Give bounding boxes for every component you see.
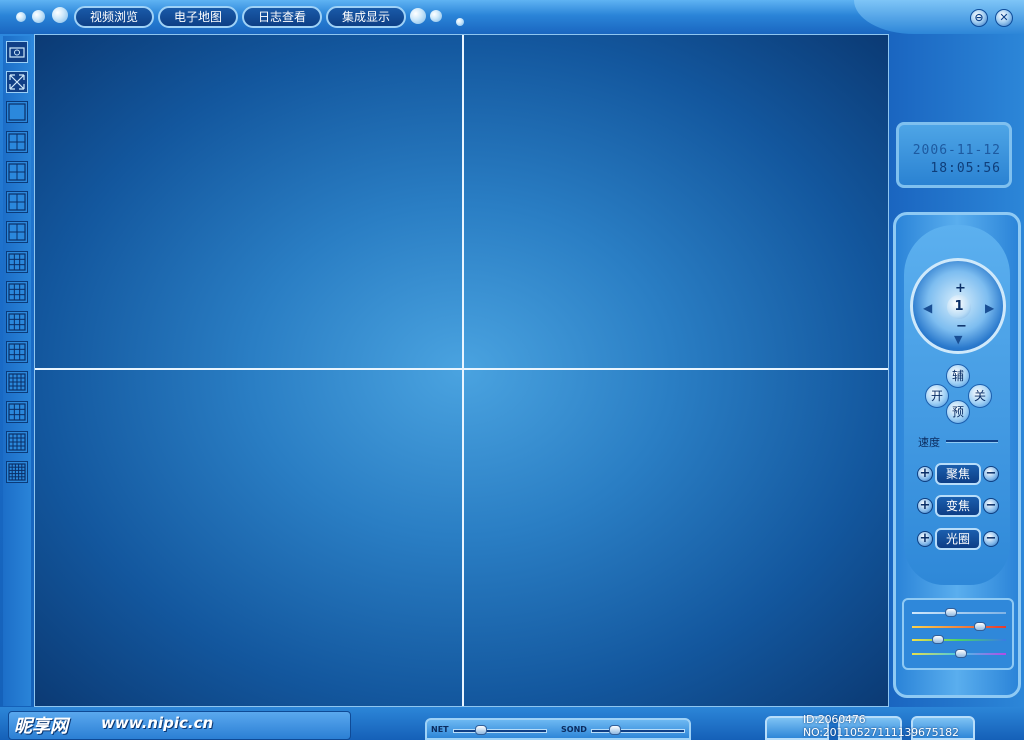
video-grid — [34, 34, 889, 707]
layout-tool-button[interactable] — [6, 221, 28, 243]
layout-tool-button[interactable] — [6, 281, 28, 303]
speed-slider[interactable] — [946, 440, 998, 443]
video-pane-4[interactable] — [464, 370, 888, 706]
tab-electronic-map[interactable]: 电子地图 — [158, 6, 238, 28]
tilt-down-icon[interactable]: ▼ — [954, 333, 962, 346]
decor-orb — [430, 10, 442, 22]
layout-25-icon — [8, 433, 26, 451]
slider-track-3[interactable] — [912, 635, 1006, 644]
slider-knob-1[interactable] — [945, 608, 958, 617]
close-button[interactable]: ✕ — [995, 9, 1013, 27]
focus-label: 聚焦 — [935, 463, 981, 485]
layout-1-icon — [8, 103, 26, 121]
close-device-button[interactable]: 关 — [968, 384, 992, 408]
sond-slider-knob[interactable] — [608, 725, 621, 735]
clock-display: 2006-11-12 18:05:56 — [896, 122, 1012, 188]
zoom-minus-button[interactable]: − — [983, 498, 999, 514]
layout-tool-button[interactable] — [6, 341, 28, 363]
main-tabs: 视频浏览 电子地图 日志查看 集成显示 — [74, 6, 406, 28]
decor-orb — [16, 12, 26, 22]
dial-zoom-out-icon[interactable]: − — [956, 319, 967, 334]
layout-tool-button[interactable] — [6, 101, 28, 123]
decor-orb — [456, 18, 464, 26]
net-label: NET — [431, 725, 449, 734]
layout-8-icon — [8, 223, 26, 241]
image-id-text: ID:2060476 NO:20110527111139675182 — [803, 713, 959, 739]
iris-label: 光圈 — [935, 528, 981, 550]
layout-12-icon — [8, 313, 26, 331]
layout-tool-button[interactable] — [6, 431, 28, 453]
decor-orb — [410, 8, 426, 24]
brand-cn-text: 昵享网 — [14, 716, 68, 737]
focus-plus-button[interactable]: + — [917, 466, 933, 482]
net-slider-track[interactable] — [453, 729, 547, 733]
layout-tool-button[interactable] — [6, 461, 28, 483]
net-slider-knob[interactable] — [475, 725, 488, 735]
minimize-button[interactable]: ⊖ — [970, 9, 988, 27]
title-bar: 视频浏览 电子地图 日志查看 集成显示 ⊖ ✕ — [0, 0, 1024, 34]
layout-13-icon — [8, 343, 26, 361]
pan-left-icon[interactable]: ◀ — [923, 301, 932, 315]
layout-tool-button[interactable] — [6, 41, 28, 63]
grid-divider-vertical — [462, 35, 464, 706]
layout-17-icon — [8, 403, 26, 421]
layout-4-icon — [8, 133, 26, 151]
speed-label: 速度 — [918, 436, 940, 449]
tab-integrated-display[interactable]: 集成显示 — [326, 6, 406, 28]
aux-button[interactable]: 辅 — [946, 364, 970, 388]
grid-divider-horizontal — [35, 368, 888, 370]
layout-tool-button[interactable] — [6, 131, 28, 153]
slider-track-1[interactable] — [912, 608, 1006, 617]
layout-tool-button[interactable] — [6, 401, 28, 423]
layout-tool-button[interactable] — [6, 161, 28, 183]
layout-36-icon — [8, 463, 26, 481]
layout-tool-button[interactable] — [6, 311, 28, 333]
decor-orb — [32, 10, 45, 23]
iris-minus-button[interactable]: − — [983, 531, 999, 547]
video-pane-2[interactable] — [464, 35, 888, 368]
slider-knob-3[interactable] — [932, 635, 945, 644]
slider-knob-4[interactable] — [954, 649, 967, 658]
layout-tool-button[interactable] — [6, 191, 28, 213]
zoom-plus-button[interactable]: + — [917, 498, 933, 514]
slider-track-2[interactable] — [912, 622, 1006, 631]
tab-video-browse[interactable]: 视频浏览 — [74, 6, 154, 28]
app-window: 视频浏览 电子地图 日志查看 集成显示 ⊖ ✕ 2006-11-12 18:05… — [0, 0, 1024, 740]
channel-number: 1 — [947, 295, 971, 319]
iris-plus-button[interactable]: + — [917, 531, 933, 547]
video-pane-1[interactable] — [35, 35, 462, 368]
layout-9-icon — [8, 253, 26, 271]
ptz-direction-dial[interactable]: + ◀ 1 ▶ − ▼ — [910, 258, 1006, 354]
video-pane-3[interactable] — [35, 370, 462, 706]
dial-zoom-in-icon[interactable]: + — [955, 281, 966, 296]
sond-label: SOND — [561, 725, 587, 734]
clock-date: 2006-11-12 — [912, 143, 1001, 158]
focus-minus-button[interactable]: − — [983, 466, 999, 482]
layout-tool-button[interactable] — [6, 371, 28, 393]
layout-tool-button[interactable] — [6, 251, 28, 273]
sond-slider-track[interactable] — [591, 729, 685, 733]
snapshot-icon — [9, 47, 25, 58]
fullscreen-icon — [9, 74, 25, 90]
brand-url-text: www.nipic.cn — [101, 714, 214, 732]
layout-tool-button[interactable] — [6, 71, 28, 93]
open-button[interactable]: 开 — [925, 384, 949, 408]
net-sound-panel: NET SOND — [425, 718, 691, 740]
slider-track-4[interactable] — [912, 649, 1006, 658]
preset-button[interactable]: 预 — [946, 400, 970, 424]
image-adjust-sliders — [902, 598, 1014, 670]
pan-right-icon[interactable]: ▶ — [985, 301, 994, 315]
layout-6-icon — [8, 163, 26, 181]
layout-7-icon — [8, 193, 26, 211]
slider-knob-2[interactable] — [973, 622, 986, 631]
tab-log-view[interactable]: 日志查看 — [242, 6, 322, 28]
decor-orb — [52, 7, 68, 23]
layout-16-icon — [8, 373, 26, 391]
zoom-label: 变焦 — [935, 495, 981, 517]
clock-time: 18:05:56 — [930, 161, 1001, 176]
layout-10-icon — [8, 283, 26, 301]
